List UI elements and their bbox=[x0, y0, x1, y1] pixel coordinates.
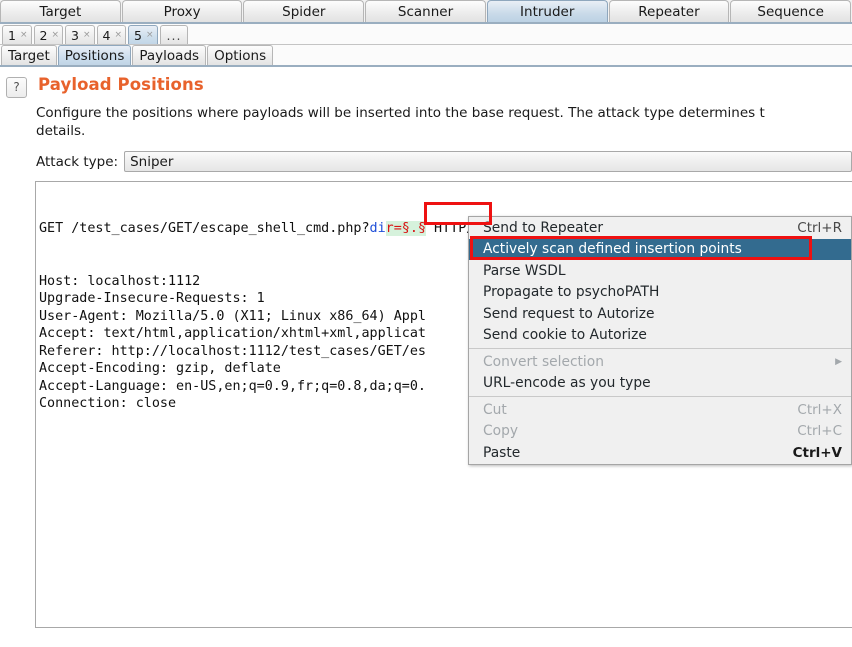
main-tab-target[interactable]: Target bbox=[0, 0, 121, 22]
menu-item-paste[interactable]: Paste Ctrl+V bbox=[469, 442, 851, 464]
close-icon[interactable]: × bbox=[20, 30, 28, 40]
menu-item-shortcut: Ctrl+V bbox=[792, 444, 842, 461]
request-line1-prefix: GET /test_cases/GET/escape_shell_cmd.php… bbox=[39, 221, 370, 236]
panel-description: Configure the positions where payloads w… bbox=[36, 105, 765, 139]
close-icon[interactable]: × bbox=[114, 30, 122, 40]
main-tab-intruder[interactable]: Intruder bbox=[486, 0, 608, 22]
menu-item-label: Paste bbox=[483, 444, 521, 461]
menu-separator bbox=[469, 348, 851, 349]
chevron-right-icon: ▶ bbox=[835, 356, 842, 367]
menu-item-label: Convert selection bbox=[483, 353, 604, 370]
attack-tab-5[interactable]: 5 × bbox=[128, 25, 158, 44]
menu-separator bbox=[469, 396, 851, 397]
attack-tab-label: 2 bbox=[39, 27, 48, 43]
menu-item-convert-selection: Convert selection ▶ bbox=[469, 351, 851, 373]
menu-item-send-cookie-to-autorize[interactable]: Send cookie to Autorize bbox=[469, 325, 851, 347]
main-tab-repeater[interactable]: Repeater bbox=[608, 0, 730, 22]
sub-tab-options[interactable]: Options bbox=[207, 45, 274, 65]
menu-item-shortcut: Ctrl+X bbox=[797, 401, 842, 418]
menu-item-shortcut: Ctrl+R bbox=[797, 219, 842, 236]
payload-marker: r=§.§ bbox=[385, 221, 426, 236]
menu-item-label: URL-encode as you type bbox=[483, 375, 651, 392]
attack-tab-overflow[interactable]: ... bbox=[159, 25, 189, 44]
attack-tab-label: 1 bbox=[8, 27, 16, 43]
menu-item-parse-wsdl[interactable]: Parse WSDL bbox=[469, 260, 851, 282]
page-title: Payload Positions bbox=[38, 75, 204, 94]
menu-item-label: Send to Repeater bbox=[483, 219, 604, 236]
menu-item-actively-scan-defined-insertion-points[interactable]: Actively scan defined insertion points bbox=[469, 238, 851, 260]
close-icon[interactable]: × bbox=[51, 30, 59, 40]
attack-tab-2[interactable]: 2 × bbox=[33, 25, 63, 44]
attack-tab-label: 3 bbox=[71, 27, 79, 43]
sub-tab-bar: Target Positions Payloads Options bbox=[0, 45, 852, 67]
panel-heading-row: ? Payload Positions bbox=[0, 75, 852, 98]
menu-item-label: Cut bbox=[483, 401, 507, 418]
attack-tab-bar: 1 × 2 × 3 × 4 × 5 ×... bbox=[0, 24, 852, 45]
attack-type-select[interactable]: Sniper bbox=[124, 151, 852, 172]
request-line1-param: di bbox=[369, 221, 386, 236]
menu-item-copy: Copy Ctrl+C bbox=[469, 421, 851, 443]
menu-item-label: Parse WSDL bbox=[483, 262, 566, 279]
sub-tab-positions[interactable]: Positions bbox=[57, 45, 132, 65]
sub-tab-payloads[interactable]: Payloads bbox=[132, 45, 207, 65]
menu-item-label: Send request to Autorize bbox=[483, 305, 655, 322]
menu-item-label: Copy bbox=[483, 423, 518, 440]
attack-type-label: Attack type: bbox=[36, 153, 119, 170]
help-icon[interactable]: ? bbox=[6, 77, 27, 98]
menu-item-shortcut: Ctrl+C bbox=[797, 423, 842, 440]
main-tab-sequence[interactable]: Sequence bbox=[730, 0, 852, 22]
attack-tab-4[interactable]: 4 × bbox=[96, 25, 126, 44]
sub-tab-target[interactable]: Target bbox=[1, 45, 57, 65]
attack-tab-3[interactable]: 3 × bbox=[65, 25, 95, 44]
attack-tab-label: 5 bbox=[134, 27, 142, 43]
menu-item-propagate-to-psychopath[interactable]: Propagate to psychoPATH bbox=[469, 282, 851, 304]
main-tab-scanner[interactable]: Scanner bbox=[365, 0, 486, 22]
menu-item-send-request-to-autorize[interactable]: Send request to Autorize bbox=[469, 303, 851, 325]
menu-item-send-to-repeater[interactable]: Send to Repeater Ctrl+R bbox=[469, 217, 851, 239]
menu-item-label: Actively scan defined insertion points bbox=[483, 241, 742, 258]
menu-item-label: Send cookie to Autorize bbox=[483, 327, 647, 344]
attack-tab-1[interactable]: 1 × bbox=[2, 25, 32, 44]
menu-item-url-encode-as-you-type[interactable]: URL-encode as you type bbox=[469, 373, 851, 395]
close-icon[interactable]: × bbox=[83, 30, 91, 40]
menu-item-label: Propagate to psychoPATH bbox=[483, 284, 660, 301]
main-tab-bar: Target Proxy Spider Scanner Intruder Repeater… bbox=[0, 0, 852, 24]
attack-type-row: Attack type: Sniper bbox=[36, 151, 852, 172]
main-tab-proxy[interactable]: Proxy bbox=[121, 0, 243, 22]
context-menu[interactable]: Send to Repeater Ctrl+R Actively scan defi… bbox=[468, 216, 852, 465]
close-icon[interactable]: × bbox=[146, 30, 154, 40]
main-tab-spider[interactable]: Spider bbox=[243, 0, 365, 22]
attack-tab-label: 4 bbox=[102, 27, 111, 43]
menu-item-cut: Cut Ctrl+X bbox=[469, 399, 851, 421]
